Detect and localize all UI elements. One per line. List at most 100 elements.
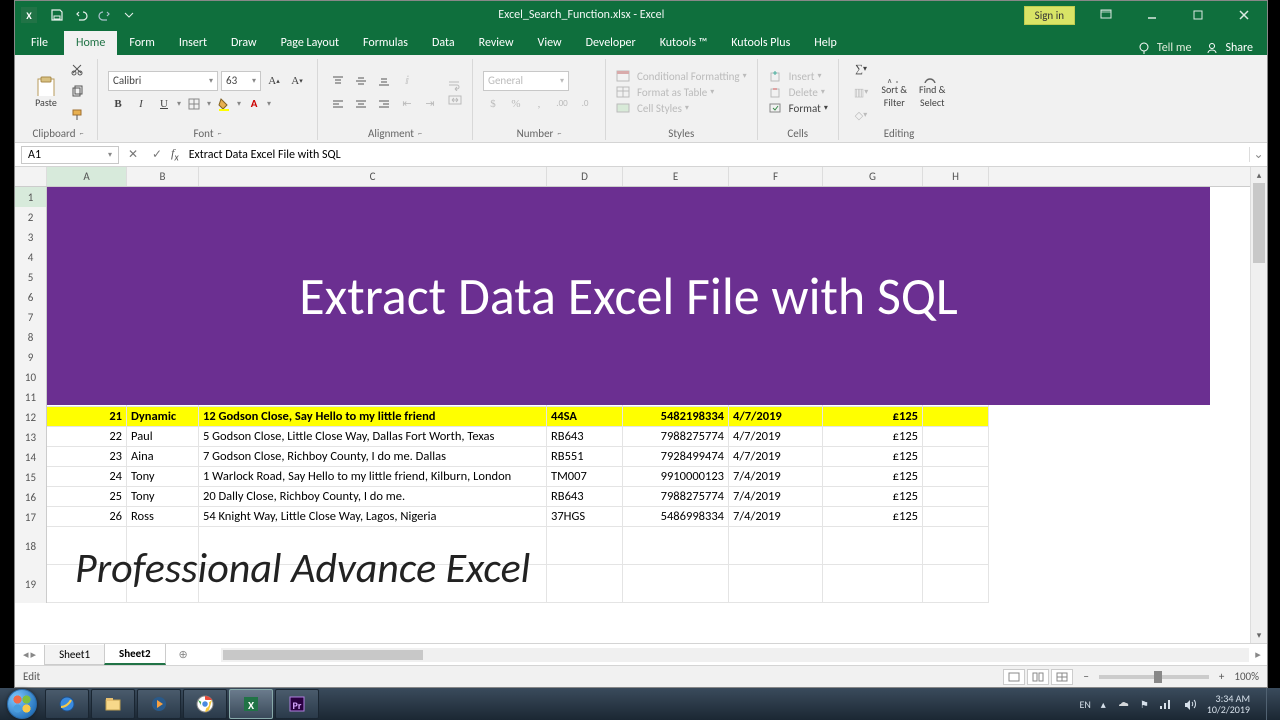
copy-button[interactable] [67,82,87,102]
cell[interactable]: Dynamic [127,407,199,427]
cell[interactable]: 7988275774 [623,427,729,447]
cell[interactable]: RB643 [547,487,623,507]
fill-color-button[interactable] [214,94,234,114]
tray-sound-icon[interactable] [1183,698,1197,710]
font-color-button[interactable]: A [244,94,264,114]
tray-onedrive-icon[interactable] [1116,698,1130,710]
cell[interactable]: 54 Knight Way, Little Close Way, Lagos, … [199,507,547,527]
cell[interactable]: 12 Godson Close, Say Hello to my little … [199,407,547,427]
cell[interactable]: 7/4/2019 [729,487,823,507]
cell[interactable]: 24 [47,467,127,487]
tab-kutools-plus[interactable]: Kutools Plus [719,31,802,55]
ribbon-options-icon[interactable] [1083,1,1129,29]
bold-button[interactable]: B [108,94,128,114]
cell[interactable]: 26 [47,507,127,527]
zoom-out-button[interactable]: − [1083,670,1088,683]
expand-formula-bar-button[interactable]: ⌄ [1249,147,1267,162]
cell[interactable] [923,447,989,467]
cell[interactable]: 25 [47,487,127,507]
select-all-button[interactable] [15,167,47,186]
cell[interactable]: £125 [823,507,923,527]
grow-font-button[interactable]: A▴ [264,71,284,91]
cell[interactable] [547,565,623,603]
cell[interactable]: 9910000123 [623,467,729,487]
align-center-button[interactable] [351,94,371,114]
cell[interactable] [729,527,823,565]
title-banner[interactable]: Extract Data Excel File with SQL [47,187,1210,405]
cell[interactable]: Paul [127,427,199,447]
cell[interactable]: RB643 [547,427,623,447]
tray-lang[interactable]: EN [1079,698,1090,711]
tray-clock[interactable]: 3:34 AM 10/2/2019 [1207,693,1250,715]
format-as-table-button[interactable]: Format as Table ▾ [616,86,714,99]
confirm-edit-button[interactable]: ✓ [145,147,169,162]
start-button[interactable] [0,688,44,720]
tab-review[interactable]: Review [467,31,526,55]
cell[interactable]: 4/7/2019 [729,427,823,447]
cell-styles-button[interactable]: Cell Styles ▾ [616,102,689,115]
row-header[interactable]: 6 [15,287,47,307]
cell[interactable]: 4/7/2019 [729,447,823,467]
row-header[interactable]: 13 [15,427,47,447]
row-header[interactable]: 3 [15,227,47,247]
clear-button[interactable]: ◇ ▾ [849,105,873,125]
row-header[interactable]: 8 [15,327,47,347]
zoom-in-button[interactable]: + [1219,670,1224,683]
cell[interactable]: 7988275774 [623,487,729,507]
cell[interactable] [923,527,989,565]
find-select-button[interactable]: Find & Select [915,75,949,109]
cell[interactable]: £125 [823,427,923,447]
tab-form[interactable]: Form [117,31,166,55]
horizontal-scrollbar[interactable] [221,648,1249,662]
tell-me-search[interactable]: Tell me [1137,41,1192,55]
show-desktop-button[interactable] [1266,688,1276,720]
view-normal-button[interactable] [1003,669,1025,685]
tray-show-hidden-icon[interactable]: ▴ [1101,698,1106,711]
cell[interactable] [823,565,923,603]
decrease-decimal-button[interactable]: .0 [575,94,595,114]
save-icon[interactable] [47,5,67,25]
cell[interactable] [547,527,623,565]
tab-home[interactable]: Home [64,31,117,55]
col-header-B[interactable]: B [127,167,199,186]
paste-button[interactable]: Paste [29,75,63,109]
vertical-scrollbar[interactable]: ▴ ▾ [1250,167,1267,643]
subtitle-text[interactable]: Professional Advance Excel [75,543,530,594]
tab-kutools[interactable]: Kutools ™ [648,31,720,55]
cell[interactable]: 44SA [547,407,623,427]
decrease-indent-button[interactable]: ⇤ [397,94,417,114]
col-header-D[interactable]: D [547,167,623,186]
percent-format-button[interactable]: % [506,94,526,114]
font-name-select[interactable]: Calibri▾ [108,71,218,91]
name-box[interactable]: A1▾ [21,146,119,164]
cell[interactable]: TM007 [547,467,623,487]
tab-developer[interactable]: Developer [574,31,648,55]
row-header[interactable]: 10 [15,367,47,387]
tray-network-icon[interactable] [1159,698,1173,710]
cell[interactable]: £125 [823,487,923,507]
format-cells-button[interactable]: Format ▾ [768,102,828,115]
align-middle-button[interactable] [351,71,371,91]
align-top-button[interactable] [328,71,348,91]
tab-data[interactable]: Data [420,31,467,55]
row-header[interactable]: 16 [15,487,47,507]
merge-center-button[interactable] [448,94,462,106]
col-header-A[interactable]: A [47,167,127,186]
row-header[interactable]: 17 [15,507,47,527]
hscroll-thumb[interactable] [223,650,423,660]
cell[interactable]: 5482198334 [623,407,729,427]
cell[interactable] [823,527,923,565]
cell[interactable] [923,427,989,447]
taskbar-premiere[interactable]: Pr [275,689,319,719]
scroll-up-button[interactable]: ▴ [1251,167,1267,183]
row-header[interactable]: 5 [15,267,47,287]
cell[interactable] [923,407,989,427]
sheet-nav-next[interactable]: ▸ [31,648,37,661]
fill-button[interactable]: ▥ ▾ [849,82,873,102]
formula-input[interactable]: Extract Data Excel File with SQL [185,148,1249,162]
format-painter-button[interactable] [67,105,87,125]
cell[interactable] [729,565,823,603]
cancel-edit-button[interactable]: ✕ [121,147,145,162]
col-header-F[interactable]: F [729,167,823,186]
insert-cells-button[interactable]: Insert ▾ [768,70,822,83]
